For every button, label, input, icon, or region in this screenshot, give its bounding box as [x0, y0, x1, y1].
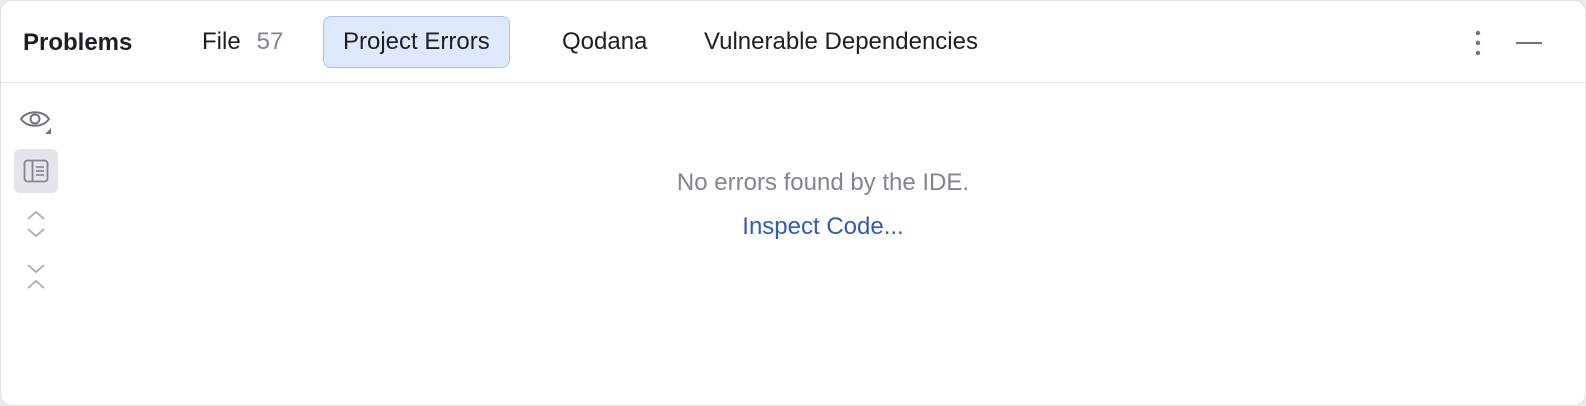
eye-icon[interactable]	[14, 99, 58, 143]
tool-window-header: Problems File 57 Project Errors Qodana V…	[1, 1, 1585, 83]
collapse-all-icon[interactable]	[14, 254, 58, 298]
tab-project-errors-label: Project Errors	[343, 28, 490, 55]
tab-file-count: 57	[256, 28, 284, 55]
tab-qodana[interactable]: Qodana	[542, 16, 667, 68]
inspect-code-link[interactable]: Inspect Code...	[742, 205, 903, 249]
tab-qodana-label: Qodana	[562, 28, 648, 55]
tab-vulnerable-dependencies[interactable]: Vulnerable Dependencies	[684, 16, 998, 68]
empty-state-message: No errors found by the IDE.	[676, 169, 970, 196]
tab-project-errors[interactable]: Project Errors	[323, 16, 510, 68]
tab-file-label: File	[202, 28, 241, 55]
tab-vulnerable-dependencies-label: Vulnerable Dependencies	[704, 28, 978, 55]
tool-window-title: Problems	[23, 29, 133, 56]
problems-tool-window: Problems File 57 Project Errors Qodana V…	[0, 0, 1586, 406]
empty-state: No errors found by the IDE. Inspect Code…	[1, 161, 1585, 249]
minimize-icon[interactable]	[1513, 27, 1545, 59]
tab-file[interactable]: File 57	[182, 16, 303, 68]
more-options-icon[interactable]	[1462, 27, 1494, 59]
